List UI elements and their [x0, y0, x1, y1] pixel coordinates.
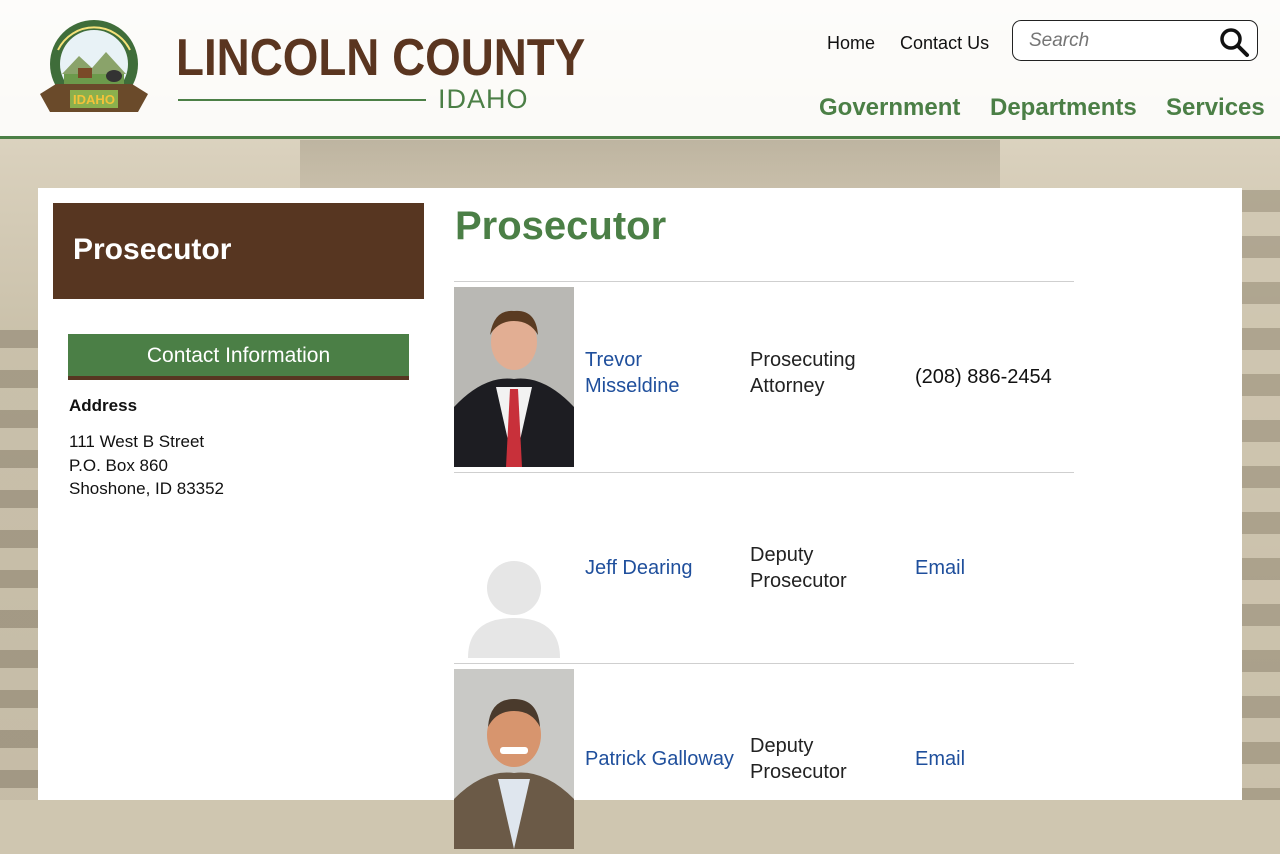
- content-panel: Prosecutor Contact Information Address 1…: [38, 188, 1242, 849]
- staff-photo: [454, 287, 574, 467]
- contact-us-link[interactable]: Contact Us: [900, 33, 989, 53]
- site-title[interactable]: LINCOLN COUNTY: [176, 30, 585, 86]
- staff-role-line: Deputy: [750, 544, 814, 566]
- nav-government[interactable]: Government: [819, 94, 960, 122]
- placeholder-avatar-icon: [454, 478, 574, 658]
- utility-nav: Home Contact Us: [827, 33, 1009, 54]
- nav-services[interactable]: Services: [1166, 94, 1265, 122]
- staff-name-link[interactable]: Trevor Misseldine: [585, 347, 679, 399]
- staff-role-line: Prosecutor: [750, 761, 847, 783]
- svg-text:IDAHO: IDAHO: [73, 92, 115, 107]
- staff-row: Patrick Galloway Deputy Prosecutor Email: [454, 663, 1074, 854]
- background-building-roof: [300, 140, 1000, 190]
- staff-directory: Trevor Misseldine Prosecuting Attorney (…: [454, 281, 1074, 854]
- staff-row: Jeff Dearing Deputy Prosecutor Email: [454, 472, 1074, 663]
- site-subtitle: IDAHO: [438, 84, 529, 114]
- home-link[interactable]: Home: [827, 33, 875, 53]
- staff-email-link[interactable]: Email: [915, 746, 965, 772]
- search-box: [1012, 20, 1258, 61]
- staff-role-line: Prosecuting: [750, 349, 856, 371]
- address-line: Shoshone, ID 83352: [69, 479, 225, 498]
- address-line: P.O. Box 860: [69, 455, 168, 475]
- staff-phone: (208) 886-2454: [915, 366, 1052, 388]
- staff-name-line[interactable]: Trevor: [585, 347, 679, 373]
- staff-role-line: Prosecutor: [750, 570, 847, 592]
- contact-information-heading: Contact Information: [68, 334, 409, 380]
- staff-role: Prosecuting Attorney: [750, 347, 856, 399]
- title-divider: [178, 99, 426, 101]
- background-building-right: [1242, 190, 1280, 800]
- staff-role: Deputy Prosecutor: [750, 733, 847, 785]
- sidebar-title: Prosecutor: [53, 203, 424, 299]
- staff-email-link[interactable]: Email: [915, 555, 965, 581]
- nav-departments[interactable]: Departments: [990, 94, 1137, 122]
- county-seal-logo[interactable]: IDAHO: [34, 16, 154, 120]
- address-block: 111 West B Street P.O. Box 860 Shoshone,…: [69, 430, 224, 501]
- staff-role-line: Deputy: [750, 735, 814, 757]
- search-icon[interactable]: [1218, 26, 1250, 58]
- staff-role: Deputy Prosecutor: [750, 542, 847, 594]
- staff-name-line[interactable]: Misseldine: [585, 373, 679, 399]
- address-label: Address: [69, 396, 138, 415]
- site-header: IDAHO LINCOLN COUNTY IDAHO Home Contact …: [0, 0, 1280, 139]
- staff-name-link[interactable]: Patrick Galloway: [585, 746, 734, 772]
- staff-name-link[interactable]: Jeff Dearing: [585, 555, 692, 581]
- search-input[interactable]: [1027, 28, 1211, 54]
- staff-row: Trevor Misseldine Prosecuting Attorney (…: [454, 281, 1074, 472]
- staff-photo: [454, 669, 574, 849]
- address-line: 111 West B Street: [69, 432, 205, 451]
- staff-role-line: Attorney: [750, 375, 825, 397]
- page-title: Prosecutor: [455, 204, 667, 248]
- background-building-left: [0, 330, 40, 800]
